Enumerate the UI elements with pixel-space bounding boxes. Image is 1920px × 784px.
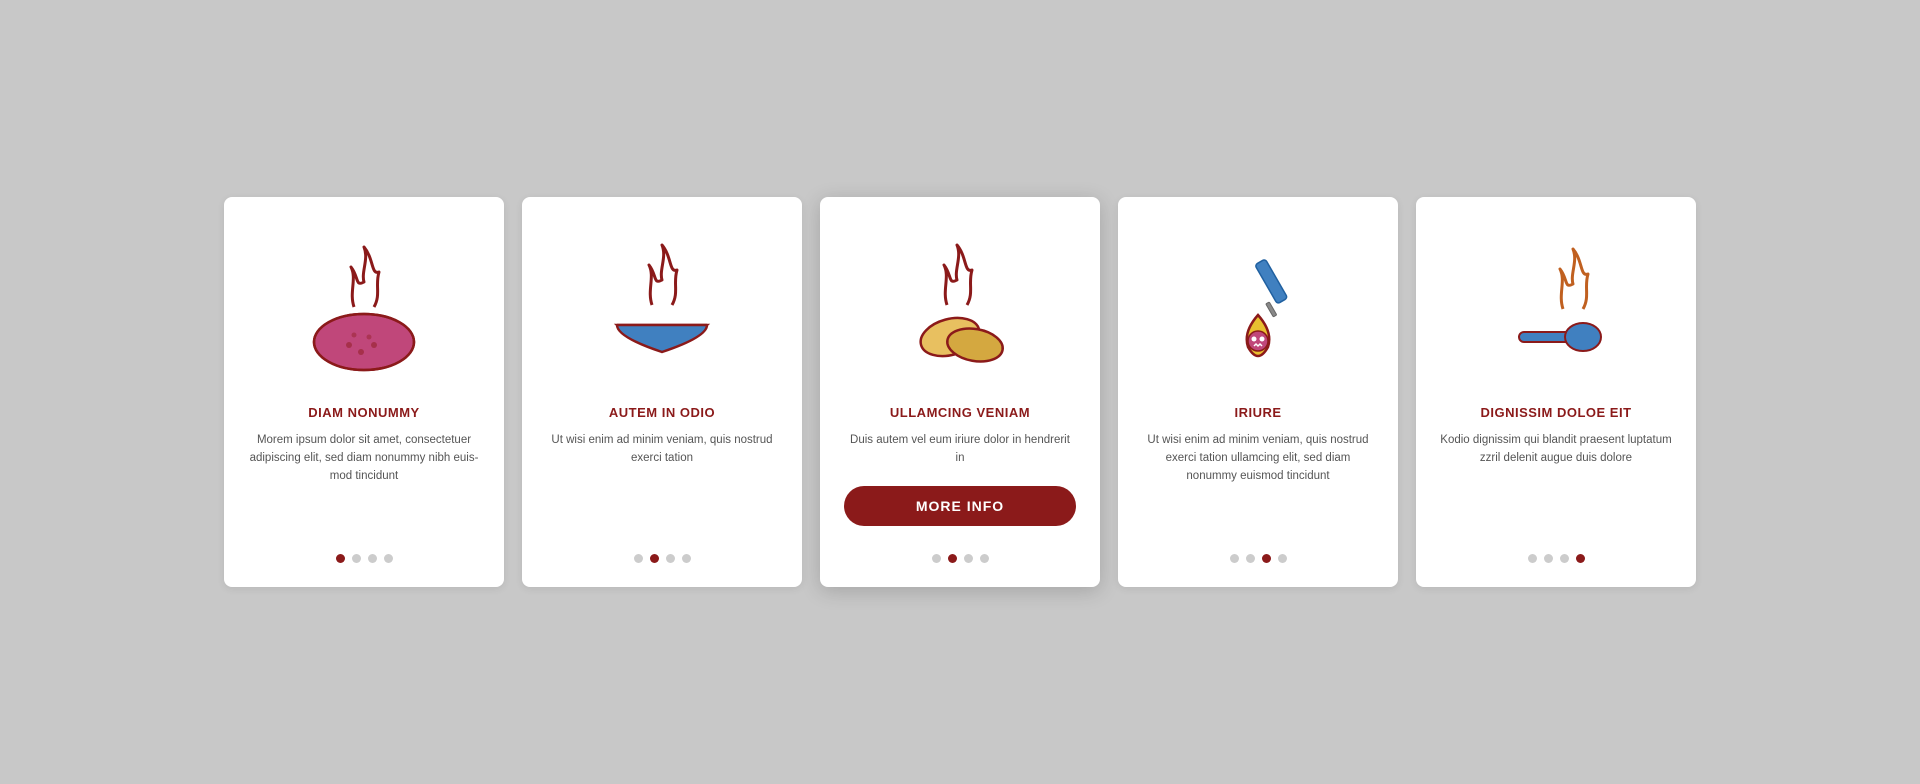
card-3: ULLAMCING VENIAM Duis autem vel eum iriu… xyxy=(820,197,1100,587)
dot-3 xyxy=(964,554,973,563)
dot-2 xyxy=(1246,554,1255,563)
card-3-dots xyxy=(932,554,989,563)
card-1-icon xyxy=(248,227,480,387)
dot-4 xyxy=(980,554,989,563)
card-3-icon xyxy=(844,227,1076,387)
dot-4 xyxy=(682,554,691,563)
dot-1 xyxy=(1528,554,1537,563)
card-5-icon xyxy=(1440,227,1672,387)
card-1: DIAM NONUMMY Morem ipsum dolor sit amet,… xyxy=(224,197,504,587)
card-5-text: Kodio dignissim qui blandit praesent lup… xyxy=(1440,432,1672,540)
dot-2 xyxy=(352,554,361,563)
dot-4 xyxy=(1278,554,1287,563)
card-5-title: DIGNISSIM DOLOE EIT xyxy=(1480,405,1631,420)
card-2-title: AUTEM IN ODIO xyxy=(609,405,715,420)
more-info-button[interactable]: MORE INFO xyxy=(844,486,1076,526)
card-4-text: Ut wisi enim ad minim veniam, quis nostr… xyxy=(1142,432,1374,540)
card-2: AUTEM IN ODIO Ut wisi enim ad minim veni… xyxy=(522,197,802,587)
dot-3 xyxy=(368,554,377,563)
card-4-icon xyxy=(1142,227,1374,387)
card-3-text: Duis autem vel eum iriure dolor in hendr… xyxy=(844,432,1076,468)
card-4-dots xyxy=(1230,554,1287,563)
card-1-text: Morem ipsum dolor sit amet, consectetuer… xyxy=(248,432,480,540)
card-4: IRIURE Ut wisi enim ad minim veniam, qui… xyxy=(1118,197,1398,587)
card-2-icon xyxy=(546,227,778,387)
card-1-dots xyxy=(336,554,393,563)
card-5: DIGNISSIM DOLOE EIT Kodio dignissim qui … xyxy=(1416,197,1696,587)
card-3-title: ULLAMCING VENIAM xyxy=(890,405,1030,420)
dot-1 xyxy=(932,554,941,563)
dot-2 xyxy=(948,554,957,563)
card-5-dots xyxy=(1528,554,1585,563)
dot-2 xyxy=(650,554,659,563)
dot-1 xyxy=(1230,554,1239,563)
card-1-title: DIAM NONUMMY xyxy=(308,405,419,420)
dot-3 xyxy=(1560,554,1569,563)
dot-2 xyxy=(1544,554,1553,563)
dot-4 xyxy=(1576,554,1585,563)
cards-container: DIAM NONUMMY Morem ipsum dolor sit amet,… xyxy=(164,157,1756,627)
card-2-text: Ut wisi enim ad minim veniam, quis nostr… xyxy=(546,432,778,540)
dot-3 xyxy=(1262,554,1271,563)
card-4-title: IRIURE xyxy=(1234,405,1281,420)
dot-1 xyxy=(634,554,643,563)
dot-4 xyxy=(384,554,393,563)
dot-3 xyxy=(666,554,675,563)
dot-1 xyxy=(336,554,345,563)
card-2-dots xyxy=(634,554,691,563)
